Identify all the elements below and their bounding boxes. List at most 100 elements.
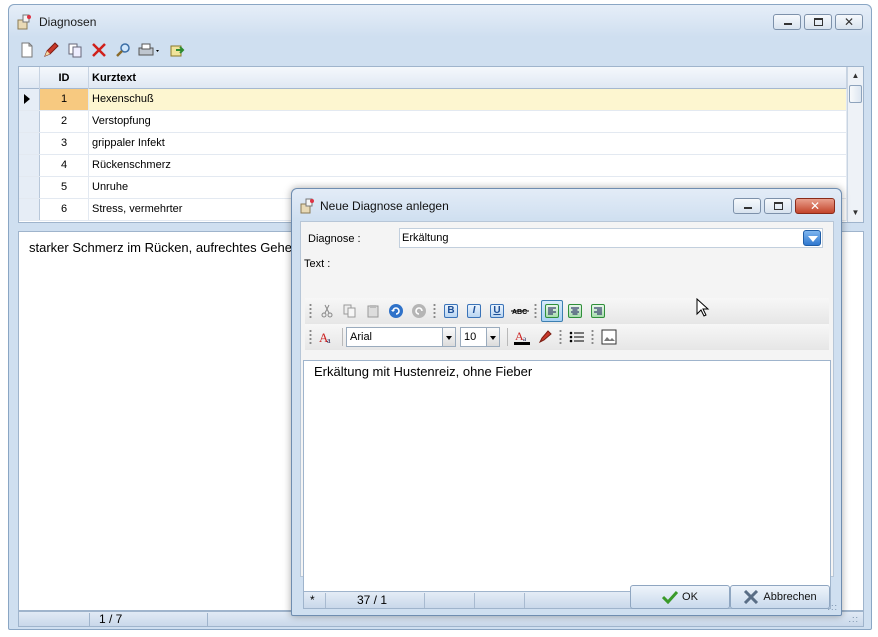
- diagnose-value: Erkältung: [402, 232, 449, 244]
- mouse-cursor-icon: [696, 298, 710, 317]
- delete-button[interactable]: [89, 40, 109, 60]
- cell-kurztext[interactable]: Verstopfung: [89, 111, 847, 132]
- underline-button[interactable]: U: [486, 300, 508, 322]
- insert-image-button[interactable]: [598, 326, 620, 348]
- grid-header: ID Kurztext: [19, 67, 847, 89]
- cell-id[interactable]: 3: [40, 133, 89, 154]
- font-dropdown-arrow-icon[interactable]: [442, 328, 455, 346]
- cell-id[interactable]: 1: [40, 89, 89, 110]
- table-row[interactable]: 1 Hexenschuß: [19, 89, 847, 111]
- copy-text-button[interactable]: [339, 300, 361, 322]
- undo-button[interactable]: [385, 300, 407, 322]
- font-icon: Aa: [319, 330, 331, 345]
- align-left-button[interactable]: [541, 300, 563, 322]
- toolbar-grip[interactable]: [309, 329, 312, 345]
- column-header-id[interactable]: ID: [40, 67, 89, 89]
- pencil-icon: [44, 42, 59, 57]
- row-indicator[interactable]: [19, 199, 40, 220]
- cell-id[interactable]: 2: [40, 111, 89, 132]
- dialog-maximize-button[interactable]: [764, 198, 792, 214]
- copy-icon: [68, 43, 82, 58]
- main-window-controls: ✕: [773, 14, 863, 30]
- bold-icon: B: [444, 304, 458, 318]
- align-left-icon: [545, 304, 559, 318]
- cancel-label: Abbrechen: [763, 591, 817, 603]
- ok-button[interactable]: OK: [630, 585, 730, 609]
- main-toolbar: [17, 39, 187, 61]
- search-button[interactable]: [113, 40, 133, 60]
- strikethrough-button[interactable]: ABC: [509, 300, 531, 322]
- scroll-down-arrow-icon[interactable]: ▼: [848, 206, 863, 220]
- rich-text-editor[interactable]: Erkältung mit Hustenreiz, ohne Fieber: [303, 360, 831, 592]
- resize-grip-icon[interactable]: .::: [848, 615, 859, 624]
- toolbar-separator: [342, 328, 343, 346]
- svg-text:a: a: [523, 335, 527, 343]
- maximize-icon: [774, 202, 783, 210]
- paste-button[interactable]: [362, 300, 384, 322]
- scroll-up-arrow-icon[interactable]: ▲: [848, 69, 863, 83]
- dialog-close-button[interactable]: ✕: [795, 198, 835, 214]
- row-indicator[interactable]: [19, 89, 40, 110]
- edit-button[interactable]: [41, 40, 61, 60]
- table-row[interactable]: 2 Verstopfung: [19, 111, 847, 133]
- description-text: starker Schmerz im Rücken, aufrechtes Ge…: [29, 240, 300, 255]
- minimize-button[interactable]: [773, 14, 801, 30]
- redo-button[interactable]: [408, 300, 430, 322]
- cell-id[interactable]: 5: [40, 177, 89, 198]
- row-indicator[interactable]: [19, 111, 40, 132]
- row-indicator[interactable]: [19, 133, 40, 154]
- status-divider: [474, 593, 475, 608]
- cell-kurztext[interactable]: Hexenschuß: [89, 89, 847, 110]
- export-button[interactable]: [167, 40, 187, 60]
- cut-button[interactable]: [316, 300, 338, 322]
- cell-id[interactable]: 4: [40, 155, 89, 176]
- toolbar-grip[interactable]: [559, 329, 562, 345]
- highlight-button[interactable]: [534, 326, 556, 348]
- cell-kurztext[interactable]: Rückenschmerz: [89, 155, 847, 176]
- app-icon: [17, 14, 31, 30]
- toolbar-grip[interactable]: [591, 329, 594, 345]
- table-row[interactable]: 4 Rückenschmerz: [19, 155, 847, 177]
- align-right-icon: [591, 304, 605, 318]
- column-header-kurztext[interactable]: Kurztext: [89, 67, 847, 89]
- record-position: 1 / 7: [99, 612, 123, 626]
- cell-kurztext[interactable]: grippaler Infekt: [89, 133, 847, 154]
- align-right-button[interactable]: [587, 300, 609, 322]
- maximize-button[interactable]: [804, 14, 832, 30]
- dialog-body: Diagnose : Erkältung Text : B I U ABC A …: [300, 221, 834, 609]
- dialog-app-icon: [300, 198, 314, 214]
- paste-icon: [367, 305, 379, 318]
- row-indicator[interactable]: [19, 155, 40, 176]
- font-format-button[interactable]: Aa: [316, 326, 338, 348]
- size-dropdown-arrow-icon[interactable]: [486, 328, 499, 346]
- italic-button[interactable]: I: [463, 300, 485, 322]
- new-button[interactable]: [17, 40, 37, 60]
- cancel-button[interactable]: Abbrechen: [730, 585, 830, 609]
- cell-id[interactable]: 6: [40, 199, 89, 220]
- align-center-button[interactable]: [564, 300, 586, 322]
- dropdown-arrow-icon[interactable]: [803, 230, 821, 246]
- font-size-select[interactable]: 10: [460, 327, 500, 347]
- font-family-select[interactable]: Arial: [346, 327, 456, 347]
- copy-button[interactable]: [65, 40, 85, 60]
- bullet-list-button[interactable]: [566, 326, 588, 348]
- close-button[interactable]: ✕: [835, 14, 863, 30]
- table-row[interactable]: 3 grippaler Infekt: [19, 133, 847, 155]
- dialog-titlebar[interactable]: Neue Diagnose anlegen ✕: [292, 189, 841, 221]
- dialog-resize-grip-icon[interactable]: .::: [827, 603, 838, 612]
- dialog-minimize-button[interactable]: [733, 198, 761, 214]
- toolbar-grip[interactable]: [534, 303, 537, 319]
- status-divider: [524, 593, 525, 608]
- align-center-icon: [568, 304, 582, 318]
- print-button[interactable]: [137, 40, 163, 60]
- bold-button[interactable]: B: [440, 300, 462, 322]
- diagnose-label: Diagnose :: [308, 233, 361, 245]
- font-color-button[interactable]: Aa: [511, 326, 533, 348]
- row-indicator[interactable]: [19, 177, 40, 198]
- scroll-thumb[interactable]: [849, 85, 862, 103]
- grid-vertical-scrollbar[interactable]: ▲ ▼: [847, 67, 863, 222]
- diagnose-combobox[interactable]: Erkältung: [399, 228, 823, 248]
- toolbar-grip[interactable]: [433, 303, 436, 319]
- main-titlebar[interactable]: Diagnosen ✕: [9, 5, 871, 37]
- toolbar-grip[interactable]: [309, 303, 312, 319]
